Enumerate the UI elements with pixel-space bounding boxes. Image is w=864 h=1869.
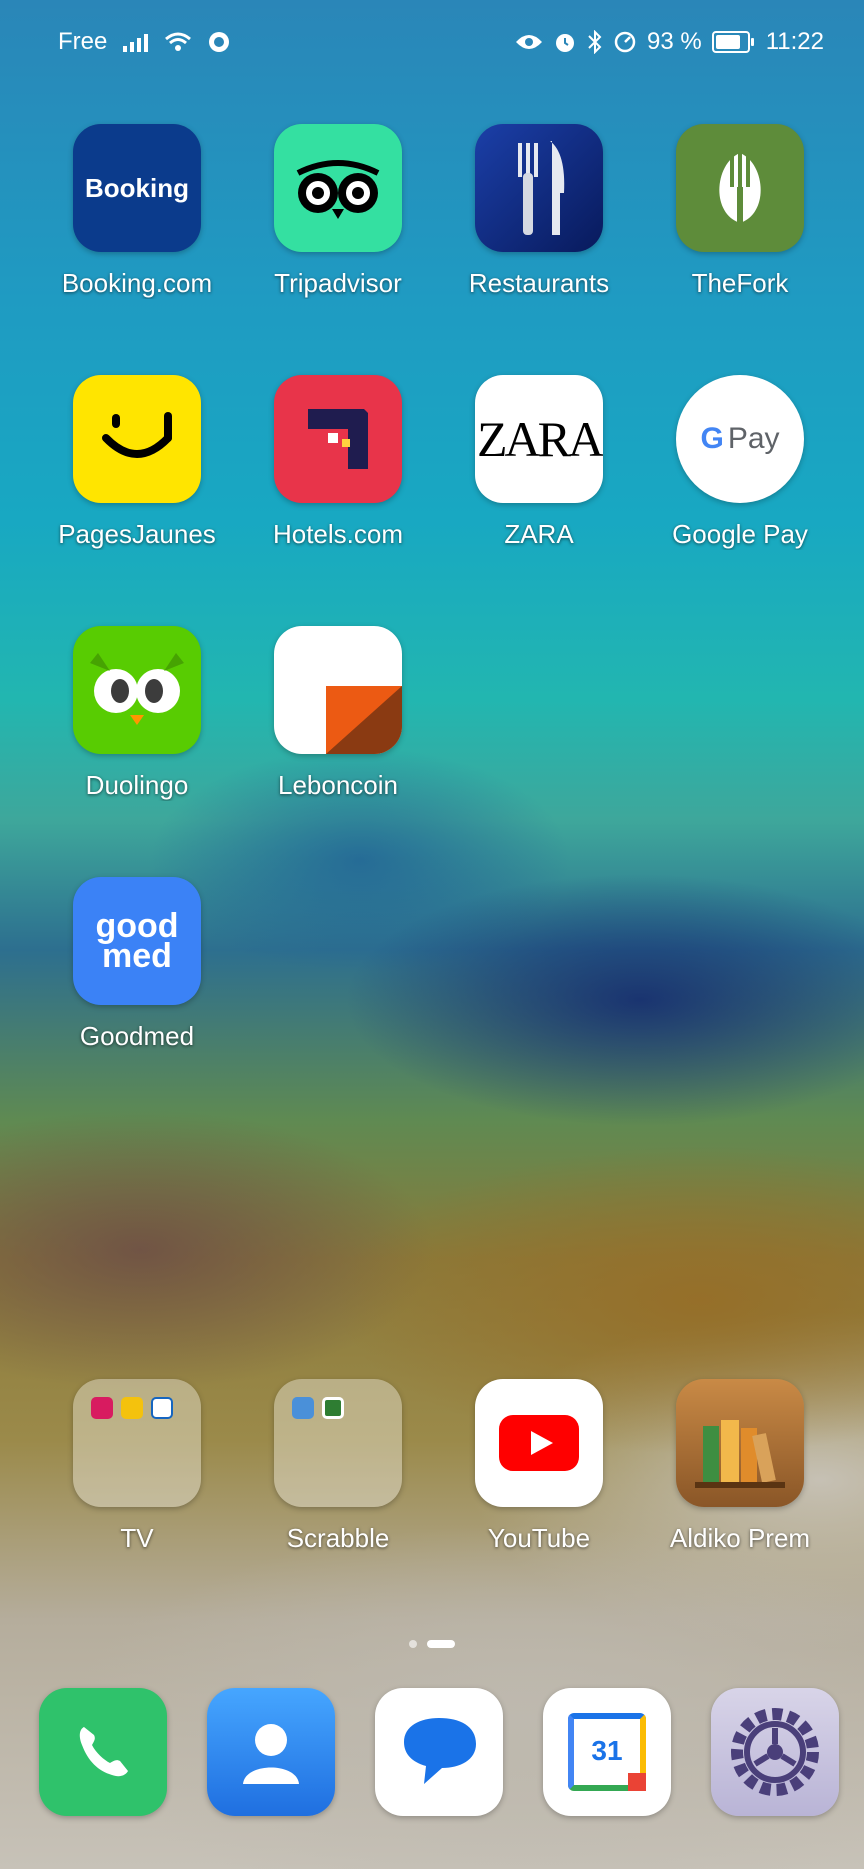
goodmed-icon: good med xyxy=(73,877,201,1005)
calendar-day: 31 xyxy=(591,1735,623,1766)
booking-icon: Booking xyxy=(73,124,201,252)
google-g-text: G xyxy=(700,422,724,455)
status-bar: Free 93 % 11:22 xyxy=(0,0,864,84)
battery-percentage: 93 % xyxy=(647,28,702,55)
phone-icon[interactable] xyxy=(39,1688,167,1816)
app-thefork[interactable]: TheFork xyxy=(640,124,840,299)
page-indicator xyxy=(0,1640,864,1648)
app-label: Google Pay xyxy=(672,519,808,549)
app-label: Hotels.com xyxy=(272,519,404,549)
tv-mini-icon xyxy=(151,1397,173,1419)
folder-icon xyxy=(274,1379,402,1507)
data-saver-icon xyxy=(614,31,636,53)
app-booking[interactable]: Booking Booking.com xyxy=(37,124,237,299)
signal-strength-icon xyxy=(123,32,149,52)
battery-fill xyxy=(715,35,740,49)
leboncoin-icon xyxy=(274,626,402,754)
eye-comfort-icon xyxy=(516,35,543,49)
tf1-mini-icon xyxy=(91,1397,113,1419)
messages-icon[interactable] xyxy=(375,1688,503,1816)
app-youtube[interactable]: YouTube xyxy=(439,1379,639,1554)
zara-icon: ZARA xyxy=(475,375,603,503)
app-hotels[interactable]: Hotels.com xyxy=(238,375,438,550)
app-aldiko[interactable]: Aldiko Prem xyxy=(640,1379,840,1554)
hotels-icon xyxy=(274,375,402,503)
bluetooth-icon xyxy=(588,30,602,54)
scrabble-mini-icon xyxy=(322,1397,344,1419)
dock: 31 xyxy=(0,1688,864,1816)
app-pagesjaunes[interactable]: PagesJaunes xyxy=(37,375,237,550)
clock-time: 11:22 xyxy=(765,28,824,55)
booking-icon-text: Booking xyxy=(85,172,189,203)
pay-text: Pay xyxy=(727,422,780,455)
contacts-icon[interactable] xyxy=(207,1688,335,1816)
folder-scrabble[interactable]: Scrabble xyxy=(238,1379,438,1554)
app-goodmed[interactable]: good med Goodmed xyxy=(37,877,237,1052)
game-mini-icon xyxy=(292,1397,314,1419)
app-googlepay[interactable]: G Pay Google Pay xyxy=(640,375,840,550)
google-pay-icon: G Pay xyxy=(676,375,804,503)
calendar-frame: 31 xyxy=(568,1713,646,1791)
page-dot-active xyxy=(427,1640,455,1648)
fork-knife-icon xyxy=(475,124,603,252)
alarm-icon xyxy=(556,34,575,52)
app-label: YouTube xyxy=(487,1523,591,1553)
zara-icon-text: ZARA xyxy=(476,411,603,467)
m6-mini-icon xyxy=(121,1397,143,1419)
pagesjaunes-smile-icon xyxy=(73,375,201,503)
app-leboncoin[interactable]: Leboncoin xyxy=(238,626,438,801)
app-label: Duolingo xyxy=(85,770,189,800)
app-label: TV xyxy=(120,1523,154,1553)
calendar-icon[interactable]: 31 xyxy=(543,1688,671,1816)
app-label: Scrabble xyxy=(286,1523,390,1553)
app-restaurants[interactable]: Restaurants xyxy=(439,124,639,299)
app-label: Goodmed xyxy=(79,1021,195,1051)
youtube-icon xyxy=(475,1379,603,1507)
settings-gear-icon[interactable] xyxy=(711,1688,839,1816)
thefork-icon xyxy=(676,124,804,252)
app-label: Leboncoin xyxy=(278,770,398,800)
app-label: Tripadvisor xyxy=(274,268,402,298)
app-tripadvisor[interactable]: Tripadvisor xyxy=(238,124,438,299)
folder-tv[interactable]: TV xyxy=(37,1379,237,1554)
wifi-icon xyxy=(165,32,192,51)
calendar-corner xyxy=(628,1773,646,1791)
duolingo-owl-icon xyxy=(73,626,201,754)
tripadvisor-owl-icon xyxy=(274,124,402,252)
app-zara[interactable]: ZARA ZARA xyxy=(439,375,639,550)
battery-icon xyxy=(711,31,754,53)
app-label: ZARA xyxy=(504,519,574,549)
app-label: Booking.com xyxy=(61,268,213,298)
books-icon xyxy=(676,1379,804,1507)
app-label: PagesJaunes xyxy=(58,519,216,549)
app-label: Aldiko Prem xyxy=(669,1523,811,1553)
app-label: Restaurants xyxy=(468,268,610,298)
vpn-shield-icon xyxy=(209,32,230,52)
folder-icon xyxy=(73,1379,201,1507)
goodmed-icon-line2: med xyxy=(102,937,172,975)
page-dot xyxy=(409,1640,417,1648)
app-duolingo[interactable]: Duolingo xyxy=(37,626,237,801)
carrier-label: Free xyxy=(58,28,108,55)
app-label: TheFork xyxy=(691,268,789,298)
